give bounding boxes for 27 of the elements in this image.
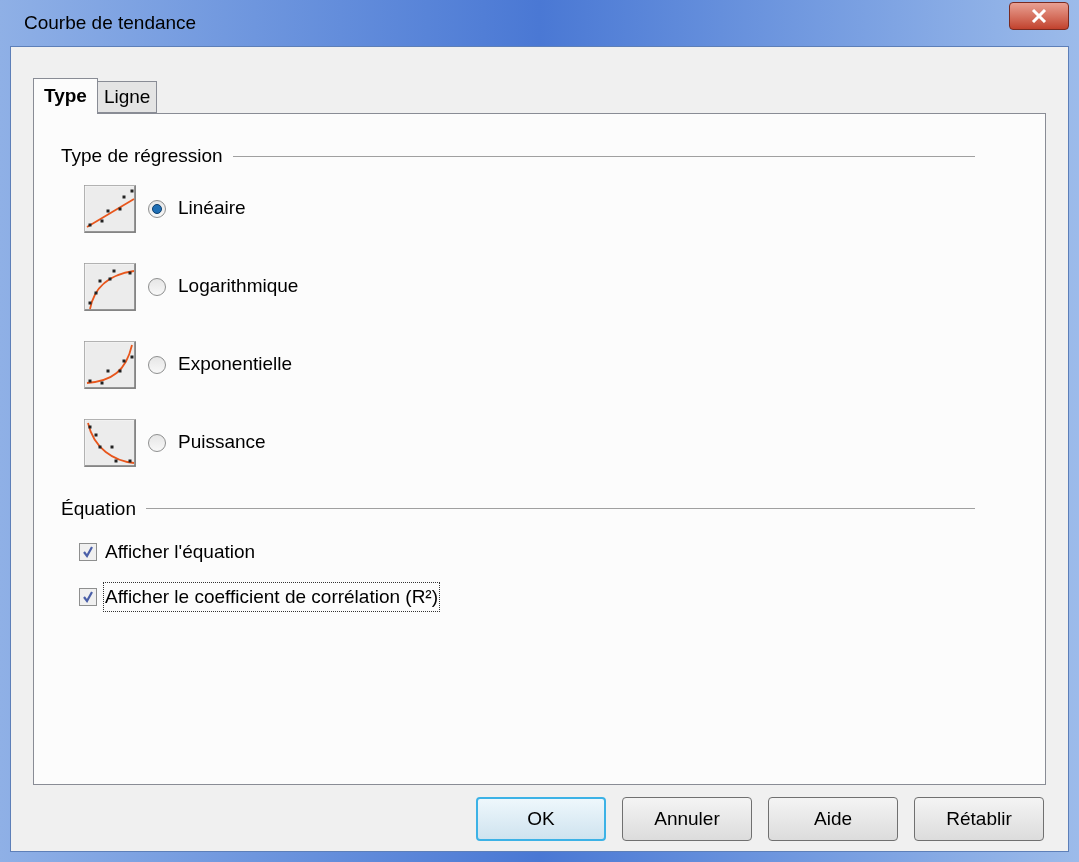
trend-chart-icon — [84, 418, 136, 467]
trend-chart-icon — [84, 340, 136, 389]
group-title: Type de régression — [61, 144, 223, 168]
checkbox[interactable] — [79, 543, 97, 562]
group-title: Équation — [61, 496, 136, 521]
dialog-button[interactable]: Aide — [768, 797, 898, 841]
radio-label: Exponentielle — [178, 352, 293, 377]
trend-chart-icon — [84, 262, 136, 311]
dialog-button[interactable]: OK — [476, 797, 606, 841]
radio-button[interactable] — [148, 199, 166, 218]
checkbox-label: Afficher l'équation — [104, 540, 257, 564]
radio-label: Linéaire — [178, 196, 246, 221]
window-title: Courbe de tendance — [23, 10, 197, 35]
radio-button[interactable] — [148, 433, 166, 452]
radio-label: Puissance — [178, 430, 266, 455]
trend-chart-icon — [84, 184, 136, 233]
checkbox-label: Afficher le coefficient de corrélation (R²) — [103, 581, 440, 612]
tab[interactable]: Type — [33, 78, 98, 114]
dialog-button[interactable]: Annuler — [622, 797, 752, 841]
radio-button[interactable] — [148, 277, 166, 296]
tab[interactable]: Ligne — [97, 81, 158, 113]
dialog-button[interactable]: Rétablir — [914, 797, 1044, 841]
close-icon — [1031, 9, 1047, 23]
radio-button[interactable] — [148, 355, 166, 374]
checkbox[interactable] — [79, 587, 97, 606]
radio-label: Logarithmique — [178, 274, 299, 299]
close-button[interactable] — [1009, 2, 1069, 30]
